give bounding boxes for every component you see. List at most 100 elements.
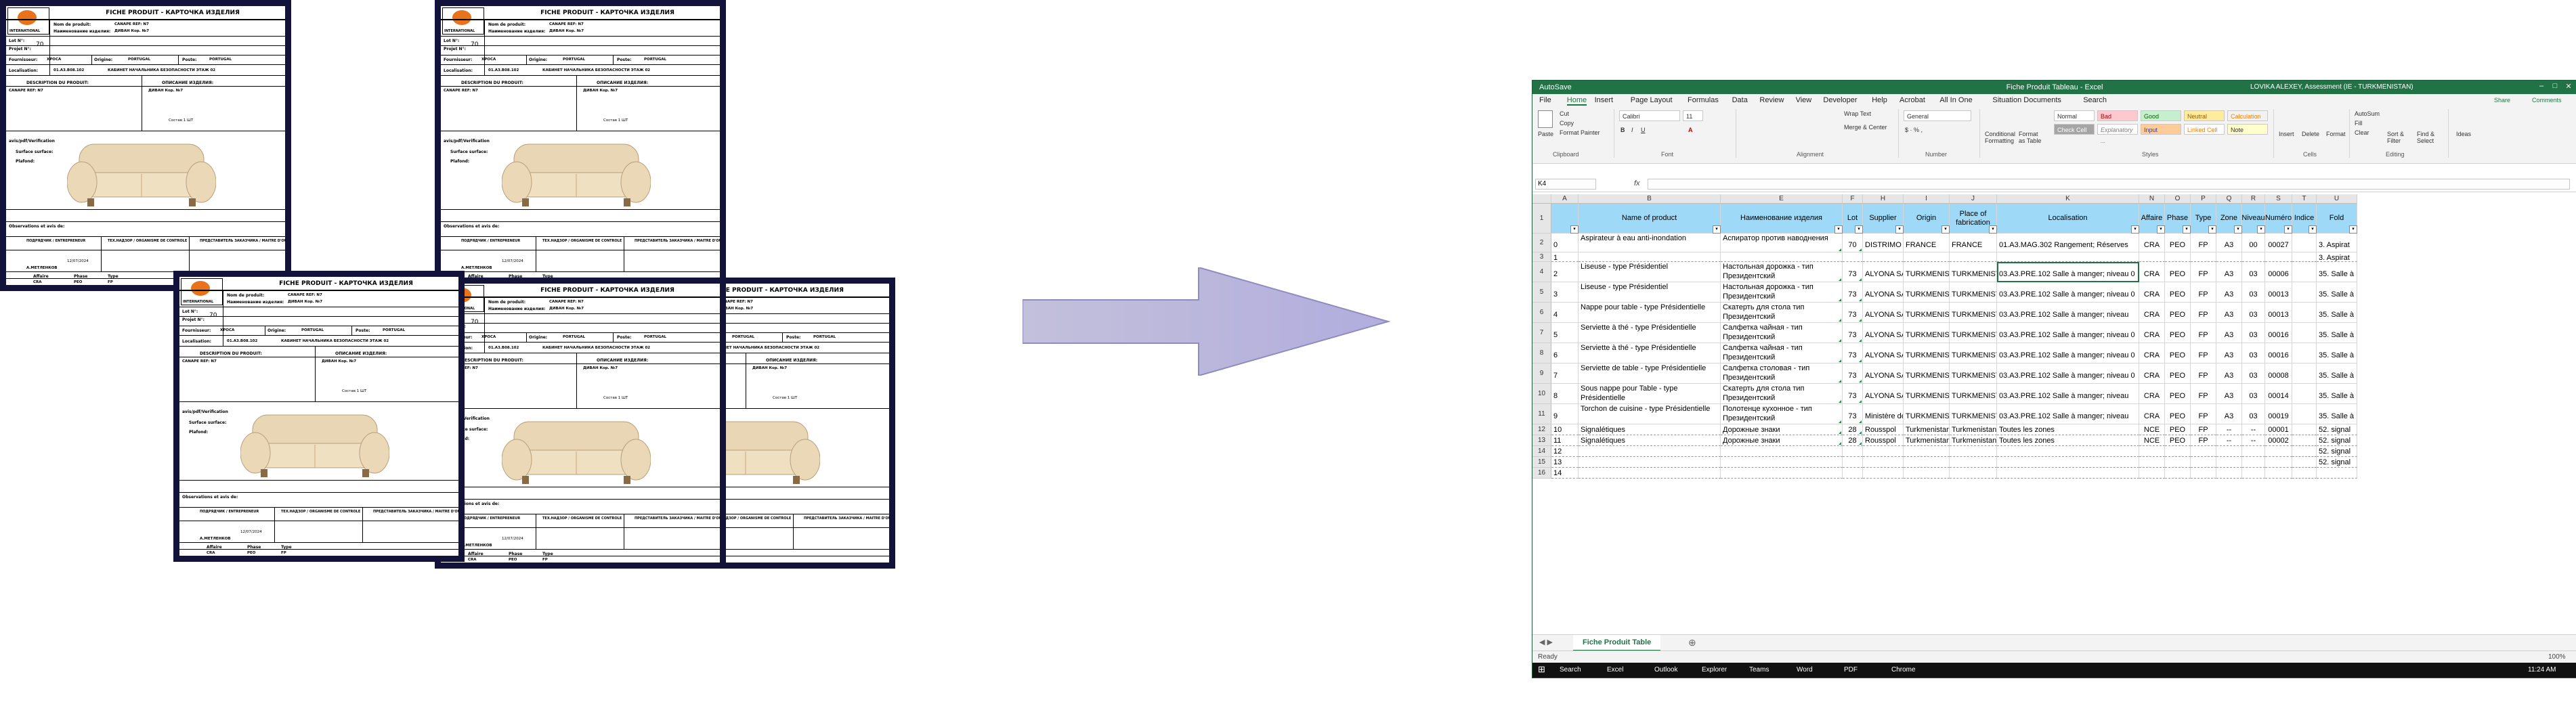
add-sheet-icon[interactable]: ⊕ (1688, 637, 1696, 648)
style-bad[interactable]: Bad (2097, 110, 2138, 121)
table-cell[interactable] (1997, 468, 2139, 479)
table-cell[interactable]: Turkmenistan (1904, 435, 1950, 446)
table-cell[interactable] (2292, 384, 2317, 404)
table-cell[interactable]: FP (2191, 262, 2216, 282)
table-cell[interactable]: PEO (2165, 384, 2191, 404)
menu-tab-situation-documents[interactable]: Situation Documents (1992, 96, 2061, 104)
table-cell[interactable]: Liseuse - type Présidentiel (1579, 282, 1721, 303)
row-header[interactable]: 5 (1532, 282, 1551, 303)
error-indicator-icon[interactable] (1839, 442, 1841, 445)
conditional-formatting-button[interactable]: Conditional Formatting (1985, 131, 2015, 144)
table-cell[interactable]: 35. Salle à (2317, 404, 2357, 424)
column-header-u[interactable]: U (2317, 194, 2357, 204)
format-as-table-button[interactable]: Format as Table (2019, 131, 2046, 144)
row-header[interactable]: 8 (1532, 343, 1551, 364)
autosum-button[interactable]: AutoSum (2355, 110, 2380, 117)
table-cell[interactable]: Rousspol (1863, 435, 1904, 446)
table-cell[interactable] (2191, 252, 2216, 262)
table-cell[interactable] (1904, 252, 1950, 262)
table-cell[interactable]: 03.A3.PRE.102 Salle à manger; niveau (1997, 404, 2139, 424)
table-cell[interactable]: TURKMENISTAN (1950, 404, 1997, 424)
row-index-cell[interactable]: 14 (1551, 468, 1579, 479)
table-cell[interactable] (1843, 446, 1863, 457)
insert-cells-button[interactable]: Insert (2279, 131, 2294, 137)
column-header-e[interactable]: E (1721, 194, 1843, 204)
taskbar-app-search[interactable]: Search (1560, 666, 1581, 674)
row-index-cell[interactable]: 13 (1551, 457, 1579, 468)
table-cell[interactable]: 03.A3.PRE.102 Salle à manger; niveau (1997, 303, 2139, 323)
filter-dropdown-icon[interactable]: ▾ (2157, 225, 2165, 234)
table-cell[interactable]: Toutes les zones (1997, 424, 2139, 435)
column-header-r[interactable]: R (2242, 194, 2265, 204)
filter-dropdown-icon[interactable]: ▾ (2309, 225, 2317, 234)
column-header-i[interactable]: I (1904, 194, 1950, 204)
filter-dropdown-icon[interactable]: ▾ (2257, 225, 2265, 234)
menu-tab-review[interactable]: Review (1759, 96, 1784, 104)
table-cell[interactable]: TURKMENISTAN (1904, 323, 1950, 343)
error-indicator-icon[interactable] (1839, 400, 1841, 403)
table-cell[interactable]: TURKMENISTAN (1904, 404, 1950, 424)
table-cell[interactable] (1579, 446, 1721, 457)
table-cell[interactable] (1904, 457, 1950, 468)
style-linked-cell[interactable]: Linked Cell (2184, 124, 2225, 135)
table-cell[interactable] (2292, 282, 2317, 303)
delete-cells-button[interactable]: Delete (2302, 131, 2319, 137)
taskbar-app-teams[interactable]: Teams (1749, 666, 1769, 674)
column-header-b[interactable]: B (1579, 194, 1721, 204)
font-name-select[interactable]: Calibri (1619, 110, 1680, 121)
format-painter-button[interactable]: Format Painter (1560, 129, 1600, 136)
table-cell[interactable]: TURKMENISTAN (1950, 343, 1997, 364)
table-cell[interactable]: PEO (2165, 364, 2191, 384)
error-indicator-icon[interactable] (1839, 339, 1841, 342)
table-cell[interactable]: NCE (2139, 435, 2165, 446)
cut-button[interactable]: Cut (1560, 110, 1569, 117)
table-cell[interactable]: Torchon de cuisine - type Présidentielle (1579, 404, 1721, 424)
column-header-p[interactable]: P (2191, 194, 2216, 204)
filter-dropdown-icon[interactable]: ▾ (1834, 225, 1843, 234)
table-cell[interactable]: TURKMENISTAN (1950, 262, 1997, 282)
menu-tab-formulas[interactable]: Formulas (1688, 96, 1719, 104)
table-cell[interactable]: Signalétiques (1579, 435, 1721, 446)
taskbar-app-pdf[interactable]: PDF (1844, 666, 1858, 674)
table-cell[interactable]: Полотенце кухонное - тип Президентский (1721, 404, 1843, 424)
table-cell[interactable]: A3 (2216, 384, 2242, 404)
error-indicator-icon[interactable] (1859, 442, 1862, 445)
table-cell[interactable]: Аспиратор против наводнения (1721, 234, 1843, 252)
column-header-j[interactable]: J (1950, 194, 1997, 204)
row-index-cell[interactable]: 8 (1551, 384, 1579, 404)
table-cell[interactable]: FP (2191, 404, 2216, 424)
table-cell[interactable] (1843, 468, 1863, 479)
table-cell[interactable] (2265, 468, 2292, 479)
table-cell[interactable]: PEO (2165, 424, 2191, 435)
table-cell[interactable]: 03 (2242, 282, 2265, 303)
column-header-f[interactable]: F (1843, 194, 1863, 204)
error-indicator-icon[interactable] (1839, 380, 1841, 382)
menu-tab-help[interactable]: Help (1872, 96, 1887, 104)
taskbar-app-outlook[interactable]: Outlook (1654, 666, 1677, 674)
menu-tab-insert[interactable]: Insert (1595, 96, 1614, 104)
column-header-k[interactable]: K (1997, 194, 2139, 204)
table-cell[interactable] (1904, 446, 1950, 457)
table-cell[interactable] (2292, 424, 2317, 435)
table-cell[interactable] (1863, 457, 1904, 468)
table-cell[interactable]: -- (2216, 435, 2242, 446)
table-cell[interactable] (2165, 252, 2191, 262)
table-cell[interactable]: FRANCE (1950, 234, 1997, 252)
filter-dropdown-icon[interactable]: ▾ (1713, 225, 1721, 234)
table-cell[interactable] (1950, 252, 1997, 262)
table-cell[interactable]: 00 (2242, 234, 2265, 252)
row-index-cell[interactable]: 6 (1551, 343, 1579, 364)
style-good[interactable]: Good (2141, 110, 2181, 121)
table-cell[interactable] (2216, 252, 2242, 262)
error-indicator-icon[interactable] (1839, 319, 1841, 322)
find-select-button[interactable]: Find & Select (2417, 131, 2444, 144)
table-cell[interactable] (2292, 435, 2317, 446)
error-indicator-icon[interactable] (1839, 359, 1841, 362)
table-header-cell[interactable]: Наименование изделия (1721, 204, 1843, 234)
table-cell[interactable]: A3 (2216, 404, 2242, 424)
minimize-icon[interactable]: – (2536, 82, 2547, 91)
table-cell[interactable] (2165, 457, 2191, 468)
table-cell[interactable]: A3 (2216, 234, 2242, 252)
table-cell[interactable]: 03 (2242, 323, 2265, 343)
table-cell[interactable]: 03 (2242, 364, 2265, 384)
